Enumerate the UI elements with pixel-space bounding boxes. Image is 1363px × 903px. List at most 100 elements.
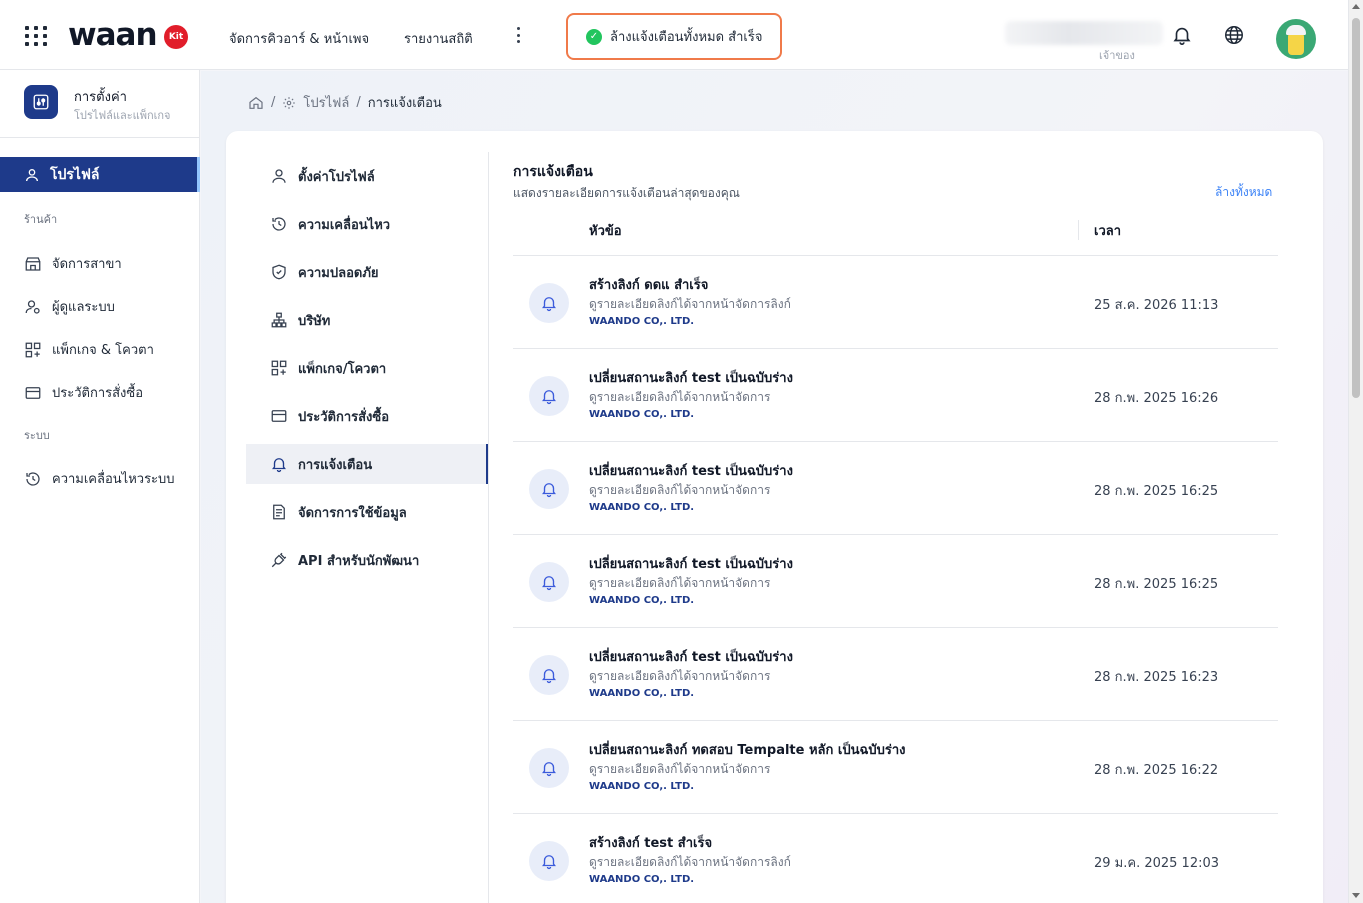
notification-time: 25 ส.ค. 2026 11:13 [1094, 298, 1219, 313]
menu-item-activity[interactable]: ความเคลื่อนไหว [246, 204, 488, 244]
notification-description: ดูรายละเอียดลิงก์ได้จากหน้าจัดการ [589, 762, 771, 776]
home-icon[interactable] [248, 95, 264, 111]
sidebar-item-label: ประวัติการสั่งซื้อ [52, 386, 144, 401]
notification-time: 28 ก.พ. 2025 16:25 [1094, 484, 1219, 499]
card-icon [271, 410, 287, 422]
sidebar-item-label: โปรไฟล์ [50, 166, 100, 183]
org-icon [271, 312, 287, 328]
menu-item-label: ความเคลื่อนไหว [298, 217, 391, 233]
success-toast: ✓ ล้างแจ้งเตือนทั้งหมด สำเร็จ [566, 13, 782, 60]
menu-item-notifications[interactable]: การแจ้งเตือน [246, 444, 488, 484]
menu-item-security[interactable]: ความปลอดภัย [246, 252, 488, 292]
nav-statistics[interactable]: รายงานสถิติ [404, 28, 473, 49]
notification-description: ดูรายละเอียดลิงก์ได้จากหน้าจัดการ [589, 669, 771, 683]
notification-time: 28 ก.พ. 2025 16:23 [1094, 670, 1219, 685]
menu-item-label: บริษัท [298, 313, 331, 329]
bell-icon [529, 841, 569, 881]
toast-message: ล้างแจ้งเตือนทั้งหมด สำเร็จ [610, 30, 763, 45]
menu-item-label: แพ็กเกจ/โควตา [298, 361, 387, 377]
notification-title: สร้างลิงก์ ดดแ สำเร็จ [589, 278, 709, 293]
column-header-topic: หัวข้อ [589, 224, 622, 239]
user-icon [272, 169, 286, 183]
notification-description: ดูรายละเอียดลิงก์ได้จากหน้าจัดการลิงก์ [589, 297, 791, 311]
history-icon [272, 217, 286, 231]
notification-row[interactable]: สร้างลิงก์ ดดแ สำเร็จดูรายละเอียดลิงก์ได… [513, 256, 1278, 349]
globe-icon[interactable] [1223, 24, 1245, 46]
user-icon [26, 168, 38, 181]
top-bar: waan Kit จัดการคิวอาร์ & หน้าเพจ รายงานส… [0, 0, 1348, 70]
sidebar-item-admins[interactable]: ผู้ดูแลระบบ [24, 296, 115, 317]
blurred-username [1005, 21, 1163, 45]
avatar[interactable] [1276, 19, 1316, 59]
notification-row[interactable]: สร้างลิงก์ test สำเร็จดูรายละเอียดลิงก์ไ… [513, 814, 1278, 903]
sidebar-item-system-activity[interactable]: ความเคลื่อนไหวระบบ [24, 468, 175, 489]
nav-qr-pages[interactable]: จัดการคิวอาร์ & หน้าเพจ [229, 28, 369, 49]
notification-time: 28 ก.พ. 2025 16:25 [1094, 577, 1219, 592]
menu-item-label: ประวัติการสั่งซื้อ [298, 409, 390, 425]
menu-item-data-usage[interactable]: จัดการการใช้ข้อมูล [246, 492, 488, 532]
bell-icon [529, 748, 569, 788]
settings-title: การตั้งค่า [74, 90, 127, 105]
settings-subtitle: โปรไฟล์และแพ็กเกจ [74, 109, 171, 122]
sidebar-item-branches[interactable]: จัดการสาขา [24, 253, 122, 274]
sidebar-item-profile[interactable]: โปรไฟล์ [0, 157, 200, 192]
more-menu-icon[interactable] [512, 24, 524, 46]
notification-title: เปลี่ยนสถานะลิงก์ ทดสอบ Tempalte หลัก เป… [589, 743, 906, 758]
notification-title: สร้างลิงก์ test สำเร็จ [589, 836, 713, 851]
notification-company: WAANDO CO,. LTD. [589, 409, 695, 420]
left-sidebar: การตั้งค่า โปรไฟล์และแพ็กเกจ โปรไฟล์ ร้า… [0, 70, 200, 903]
clear-all-link[interactable]: ล้างทั้งหมด [1215, 183, 1272, 202]
menu-item-company[interactable]: บริษัท [246, 300, 488, 340]
notification-row[interactable]: เปลี่ยนสถานะลิงก์ ทดสอบ Tempalte หลัก เป… [513, 721, 1278, 814]
notifications-subtitle: แสดงรายละเอียดการแจ้งเตือนล่าสุดของคุณ [513, 186, 740, 200]
menu-item-profile-settings[interactable]: ตั้งค่าโปรไฟล์ [246, 156, 488, 196]
notification-title: เปลี่ยนสถานะลิงก์ test เป็นฉบับร่าง [589, 557, 793, 572]
page-scrollbar[interactable] [1348, 0, 1363, 903]
history-icon [26, 471, 40, 486]
menu-item-developer-api[interactable]: API สำหรับนักพัฒนา [246, 540, 488, 580]
document-icon [273, 504, 285, 520]
scroll-thumb[interactable] [1352, 18, 1360, 398]
breadcrumb-profile[interactable]: โปรไฟล์ [303, 92, 349, 113]
breadcrumb-current: การแจ้งเตือน [367, 96, 442, 111]
sidebar-item-orders[interactable]: ประวัติการสั่งซื้อ [24, 382, 143, 403]
menu-item-label: ความปลอดภัย [298, 265, 379, 281]
sidebar-section-system: ระบบ [24, 429, 50, 442]
notification-time: 28 ก.พ. 2025 16:26 [1094, 391, 1219, 406]
notification-row[interactable]: เปลี่ยนสถานะลิงก์ test เป็นฉบับร่างดูราย… [513, 349, 1278, 442]
column-header-time: เวลา [1094, 224, 1122, 239]
notification-company: WAANDO CO,. LTD. [589, 316, 695, 327]
settings-header: การตั้งค่า โปรไฟล์และแพ็กเกจ [0, 70, 200, 138]
notification-company: WAANDO CO,. LTD. [589, 874, 695, 885]
sidebar-item-label: ความเคลื่อนไหวระบบ [52, 472, 175, 487]
apps-grid-icon[interactable] [25, 26, 47, 46]
breadcrumb-separator: / [271, 95, 276, 110]
gear-icon [283, 96, 296, 109]
scroll-down-arrow-icon[interactable] [1352, 893, 1360, 898]
notification-description: ดูรายละเอียดลิงก์ได้จากหน้าจัดการ [589, 390, 771, 404]
sidebar-item-packages[interactable]: แพ็กเกจ & โควตา [24, 339, 154, 360]
check-circle-icon: ✓ [586, 28, 602, 45]
bell-icon[interactable] [1171, 24, 1193, 46]
sidebar-item-label: จัดการสาขา [52, 257, 122, 272]
scroll-up-arrow-icon[interactable] [1352, 4, 1360, 9]
menu-item-package-quota[interactable]: แพ็กเกจ/โควตา [246, 348, 488, 388]
bell-icon [529, 283, 569, 323]
notification-row[interactable]: เปลี่ยนสถานะลิงก์ test เป็นฉบับร่างดูราย… [513, 628, 1278, 721]
notification-title: เปลี่ยนสถานะลิงก์ test เป็นฉบับร่าง [589, 371, 793, 386]
notification-row[interactable]: เปลี่ยนสถานะลิงก์ test เป็นฉบับร่างดูราย… [513, 535, 1278, 628]
user-gear-icon [25, 299, 40, 314]
bell-icon [272, 458, 286, 473]
bell-icon [529, 562, 569, 602]
menu-item-order-history[interactable]: ประวัติการสั่งซื้อ [246, 396, 488, 436]
notification-description: ดูรายละเอียดลิงก์ได้จากหน้าจัดการลิงก์ [589, 855, 791, 869]
notifications-title: การแจ้งเตือน [513, 164, 593, 180]
store-icon [25, 256, 41, 271]
notification-row[interactable]: เปลี่ยนสถานะลิงก์ test เป็นฉบับร่าง ดูราย… [513, 442, 1278, 535]
bell-icon [529, 469, 569, 509]
logo-kit-badge: Kit [164, 25, 188, 49]
notification-description: ดูรายละเอียดลิงก์ได้จากหน้าจัดการ [589, 576, 771, 590]
logo[interactable]: waan [68, 17, 158, 53]
bell-icon [529, 376, 569, 416]
notification-title: เปลี่ยนสถานะลิงก์ test เป็นฉบับร่าง [589, 650, 793, 665]
